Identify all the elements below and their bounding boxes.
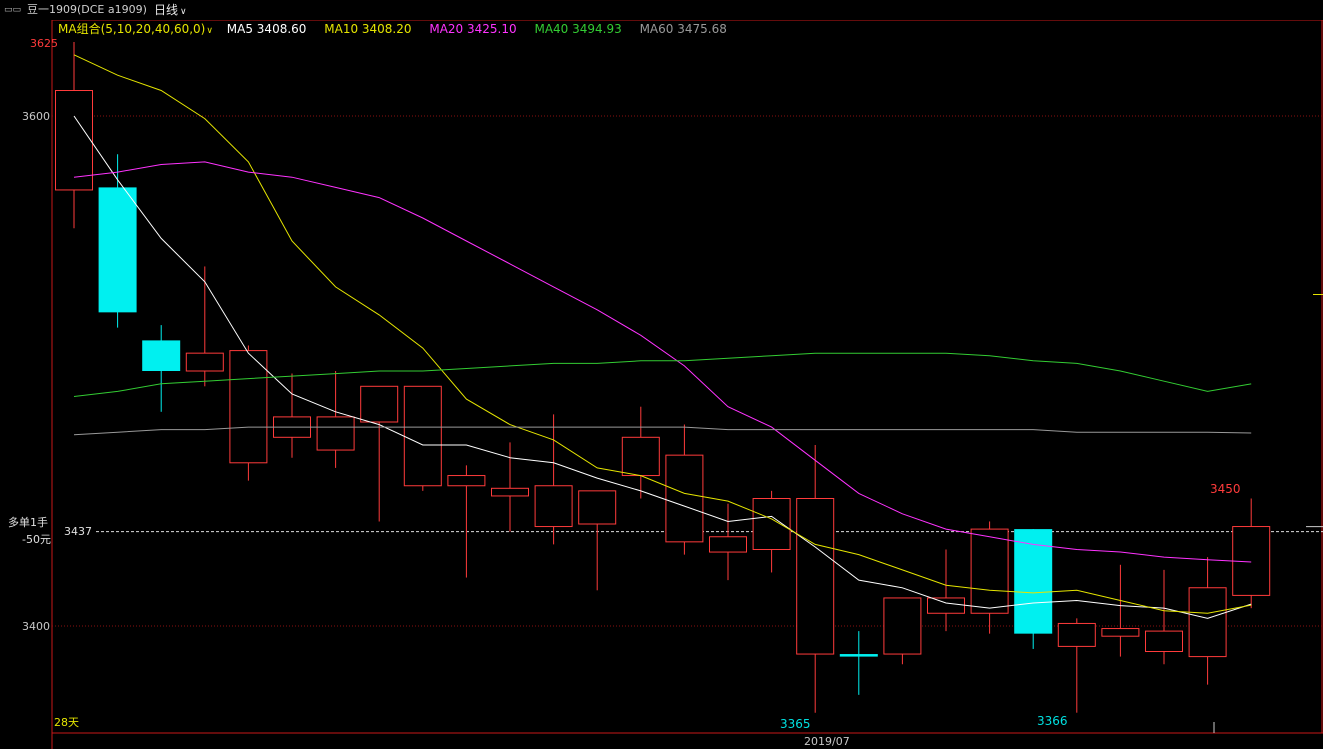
ma40-value: MA40 3494.93 [534,22,622,36]
candle [578,490,617,591]
candlestick-chart[interactable]: 3625 3600 3400 多单1手 -50元 3437 3450 3365 … [0,0,1323,749]
window-icon[interactable]: ▭▭ [4,0,21,20]
candle [273,373,311,458]
candle [1101,564,1140,657]
period-label: 日线 [154,3,179,17]
tick-3400: 3400 [22,620,50,633]
ma60-value: MA60 3475.68 [639,22,727,36]
position-label: 多单1手 [8,515,48,529]
low-price-annotation-1: 3365 [780,717,811,731]
candle-body-up [229,350,268,464]
candle [142,325,181,412]
candle-body-up [621,436,660,477]
tick-3600: 3600 [22,110,50,123]
candle [185,266,224,387]
high-price-annotation: 3450 [1210,482,1241,496]
candle-body-up [55,90,93,191]
chevron-down-icon: ∨ [206,26,213,36]
candle-body-up [578,490,617,525]
low-price-annotation-2: 3366 [1037,714,1068,728]
position-price-label: 3437 [64,525,92,538]
days-label: 28天 [54,716,79,729]
candle [1145,569,1183,665]
candle [927,549,965,632]
candle [883,597,922,665]
candle-body-down [142,340,181,371]
candle-body-up [1188,587,1227,658]
candle-body-up [665,454,704,543]
candle [534,414,573,545]
chevron-down-icon: ∨ [180,7,187,17]
candle-body-up [1101,628,1140,637]
date-axis-label: 2019/07 [804,735,850,748]
candle-body-up [752,498,791,550]
candle [1232,498,1271,609]
candle [839,631,878,695]
candle-body-up [883,597,922,655]
candle-body-up [709,536,747,553]
candle-body-down [839,654,878,657]
candle-body-up [1145,630,1183,652]
ma-line-ma10 [73,54,1252,614]
ma-group-selector[interactable]: MA组合(5,10,20,40,60,0)∨ [58,22,217,36]
candle [796,444,835,713]
ma5-value: MA5 3408.60 [226,22,307,36]
candle [1057,618,1096,713]
candle [316,371,355,468]
candle-body-up [534,485,573,528]
candle-body-up [927,597,965,614]
ma20-value: MA20 3425.10 [429,22,517,36]
candle-body-up [447,475,486,487]
candle [360,385,399,522]
candle-body-down [98,187,137,313]
candle-body-up [491,487,529,497]
candle-body-up [1057,622,1096,647]
period-selector[interactable]: 日线 ∨ [154,0,187,22]
candle [447,465,486,578]
candle-body-up [970,528,1009,614]
candle-body-up [796,498,835,655]
candle [1188,557,1227,685]
title-bar: ▭▭ 豆一1909(DCE a1909) 日线 ∨ [0,0,1323,20]
candle-body-up [360,385,399,423]
candle-body-up [403,385,442,487]
top-price-label: 3625 [30,37,58,50]
ma-legend: MA组合(5,10,20,40,60,0)∨ MA5 3408.60 MA10 … [58,20,727,38]
candle [621,406,660,499]
ma10-value: MA10 3408.20 [324,22,412,36]
candle [970,521,1009,634]
position-pnl-label: -50元 [22,533,51,546]
candle [752,490,791,573]
candle-body-up [316,416,355,451]
candle [1014,529,1053,649]
candle [491,442,529,532]
candle [665,424,704,555]
candle-body-up [185,352,224,372]
ma-group-label: MA组合(5,10,20,40,60,0) [58,22,206,36]
symbol-label: 豆一1909(DCE a1909) [27,3,147,16]
candle [709,503,747,581]
